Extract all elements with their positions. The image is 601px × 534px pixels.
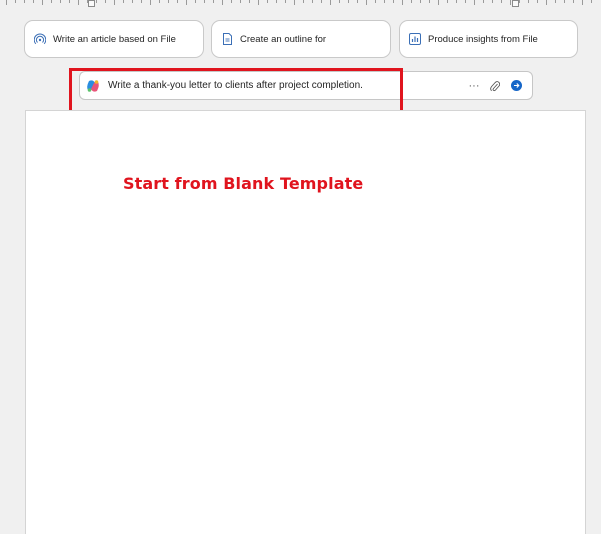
ruler-tick bbox=[132, 0, 133, 3]
ruler[interactable] bbox=[0, 0, 601, 8]
ruler-tick bbox=[123, 0, 124, 3]
ruler-tick bbox=[78, 0, 79, 5]
ruler-tick bbox=[528, 0, 529, 3]
ruler-tick bbox=[384, 0, 385, 3]
ruler-tick bbox=[348, 0, 349, 3]
ruler-tick bbox=[573, 0, 574, 3]
suggestion-label: Produce insights from File bbox=[428, 33, 538, 45]
ruler-tick bbox=[42, 0, 43, 5]
ruler-tick bbox=[591, 0, 592, 3]
ruler-tick bbox=[420, 0, 421, 3]
ruler-tick bbox=[258, 0, 259, 5]
ruler-tick bbox=[501, 0, 502, 3]
prompt-input[interactable]: Write a thank-you letter to clients afte… bbox=[108, 80, 467, 91]
ruler-tick bbox=[483, 0, 484, 3]
ruler-tick bbox=[33, 0, 34, 3]
ruler-tick bbox=[303, 0, 304, 3]
ruler-tick bbox=[330, 0, 331, 5]
ruler-tick bbox=[267, 0, 268, 3]
ruler-tick bbox=[555, 0, 556, 3]
ruler-tick bbox=[15, 0, 16, 3]
ruler-tick bbox=[159, 0, 160, 3]
suggestion-label: Create an outline for bbox=[240, 33, 327, 45]
ruler-tick bbox=[519, 0, 520, 3]
ruler-tick bbox=[96, 0, 97, 3]
ruler-tick bbox=[582, 0, 583, 5]
ruler-tick bbox=[492, 0, 493, 3]
ruler-tick bbox=[213, 0, 214, 3]
ruler-tick bbox=[105, 0, 106, 3]
ruler-tick bbox=[429, 0, 430, 3]
ruler-tick bbox=[168, 0, 169, 3]
ruler-tick bbox=[438, 0, 439, 5]
ruler-tick bbox=[375, 0, 376, 3]
suggestion-produce-insights[interactable]: Produce insights from File bbox=[399, 20, 578, 58]
annotation-label: Start from Blank Template bbox=[123, 174, 364, 193]
ruler-tick bbox=[321, 0, 322, 3]
ruler-tick bbox=[447, 0, 448, 3]
ruler-tick bbox=[150, 0, 151, 5]
ruler-tick bbox=[564, 0, 565, 3]
ruler-tick bbox=[51, 0, 52, 3]
ruler-tick bbox=[231, 0, 232, 3]
more-icon[interactable]: ··· bbox=[467, 79, 481, 93]
ruler-tick bbox=[357, 0, 358, 3]
ruler-tick bbox=[141, 0, 142, 3]
ruler-tick bbox=[195, 0, 196, 3]
document-icon bbox=[220, 32, 234, 46]
chart-icon bbox=[408, 32, 422, 46]
ruler-tick bbox=[546, 0, 547, 5]
suggestion-create-outline[interactable]: Create an outline for bbox=[211, 20, 391, 58]
ruler-tick bbox=[456, 0, 457, 3]
ruler-tick bbox=[474, 0, 475, 5]
ruler-tick bbox=[186, 0, 187, 5]
suggestion-write-article[interactable]: Write an article based on File bbox=[24, 20, 204, 58]
ruler-tick bbox=[294, 0, 295, 5]
ruler-tick bbox=[6, 0, 7, 5]
ruler-tick bbox=[510, 0, 511, 5]
ruler-tick bbox=[402, 0, 403, 5]
ruler-tick bbox=[114, 0, 115, 5]
ruler-tick bbox=[249, 0, 250, 3]
word-canvas: Write an article based on File Create an… bbox=[0, 0, 601, 534]
ruler-tick bbox=[240, 0, 241, 3]
ruler-tick bbox=[276, 0, 277, 3]
suggestion-label: Write an article based on File bbox=[53, 33, 176, 45]
copilot-prompt-box[interactable]: Write a thank-you letter to clients afte… bbox=[79, 71, 533, 100]
ruler-tick bbox=[339, 0, 340, 3]
ruler-tick bbox=[465, 0, 466, 3]
ruler-tick bbox=[60, 0, 61, 3]
send-icon[interactable] bbox=[511, 80, 522, 91]
attach-icon[interactable] bbox=[488, 79, 502, 93]
ruler-tick bbox=[366, 0, 367, 5]
broadcast-icon bbox=[33, 32, 47, 46]
ruler-tick bbox=[177, 0, 178, 3]
copilot-logo-icon bbox=[86, 79, 100, 93]
ruler-tick bbox=[285, 0, 286, 3]
ruler-tick bbox=[69, 0, 70, 3]
ruler-tick bbox=[537, 0, 538, 3]
ruler-tick bbox=[393, 0, 394, 3]
ruler-tick bbox=[312, 0, 313, 3]
ruler-tick bbox=[204, 0, 205, 3]
ruler-indent-marker[interactable] bbox=[88, 0, 95, 7]
ruler-tick bbox=[222, 0, 223, 5]
ruler-tick bbox=[411, 0, 412, 3]
ruler-indent-marker[interactable] bbox=[512, 0, 519, 7]
ruler-tick bbox=[24, 0, 25, 3]
